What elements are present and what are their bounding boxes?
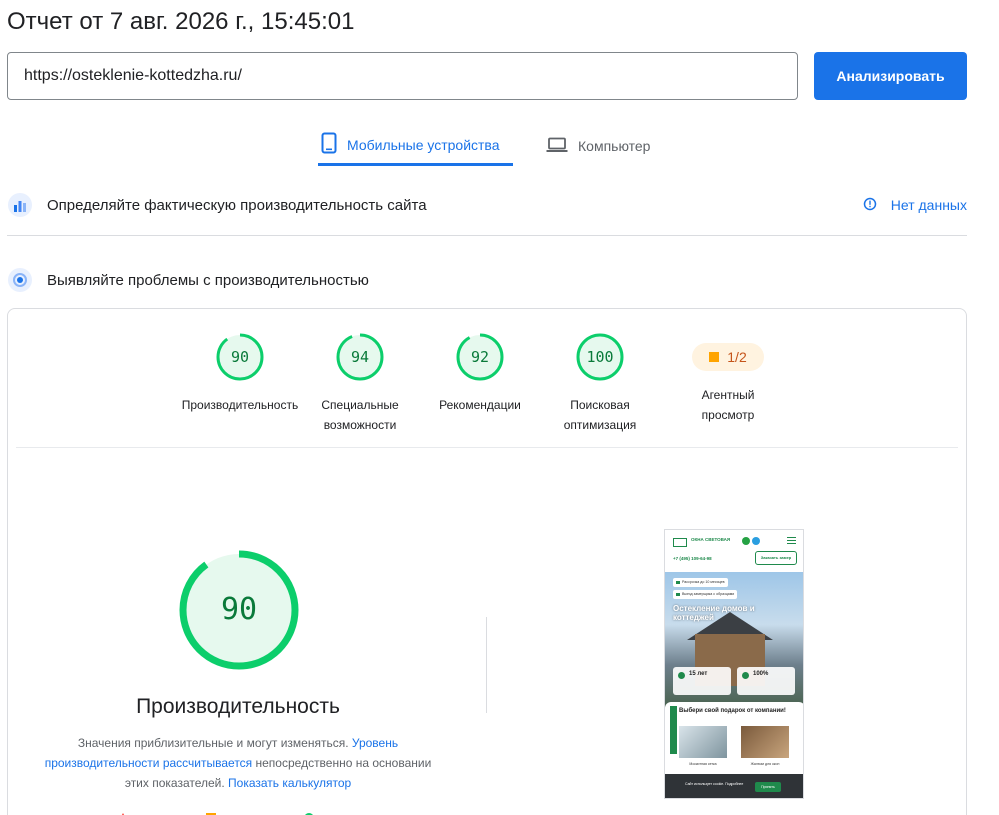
thumb-cookie-bar: Сайт использует cookie. Подробнее Принят… <box>665 774 803 798</box>
score-value: 94 <box>350 348 370 366</box>
telegram-icon <box>752 537 760 545</box>
thumb-cookie-text: Сайт использует cookie. Подробнее <box>685 782 744 786</box>
score-label: Агентный просмотр <box>701 388 755 422</box>
thumb-badge-1: Рассрочка до 10 месяцев <box>673 578 728 587</box>
blinds-image <box>741 726 789 758</box>
thumb-badge-2: Выезд замерщика с образцами <box>673 590 738 599</box>
score-label: Специальные возможности <box>321 398 399 432</box>
field-data-title: Определяйте фактическую производительнос… <box>47 196 427 214</box>
thumb-stat-1: 15 лет <box>673 667 731 695</box>
thumb-cookie-button: Принять <box>755 782 781 792</box>
url-input[interactable] <box>7 52 798 100</box>
score-gauge-seo[interactable]: 100 Поисковая оптимизация <box>540 333 660 435</box>
thumb-caption-2: Жалюзи для окон <box>750 762 780 766</box>
tab-mobile-label: Мобильные устройства <box>347 136 500 153</box>
score-gauge-accessibility[interactable]: 94 Специальные возможности <box>300 333 420 435</box>
thumb-phone: +7 (495) 109-64-98 <box>673 556 712 561</box>
field-data-section: Определяйте фактическую производительнос… <box>7 191 967 219</box>
vertical-separator <box>486 617 487 713</box>
mosquito-net-image <box>679 726 727 758</box>
average-square-icon <box>709 352 720 362</box>
score-gauge-agentic[interactable]: 1/2 Агентный просмотр <box>668 333 788 425</box>
thumb-side-tab <box>670 706 677 754</box>
agentic-value: 1/2 <box>727 349 747 365</box>
thumb-order-button: Заказать замер <box>755 551 797 565</box>
window-logo-icon <box>673 538 687 547</box>
thumb-caption-1: Москитная сетка <box>689 762 717 766</box>
show-calculator-link[interactable]: Показать калькулятор <box>228 776 351 790</box>
score-label: Поисковая оптимизация <box>563 398 637 432</box>
hamburger-menu-icon <box>787 537 796 544</box>
lab-data-section: Выявляйте проблемы с производительностью <box>7 266 967 294</box>
field-data-icon <box>7 192 33 218</box>
section-divider <box>7 235 967 236</box>
no-data-link[interactable]: Нет данных <box>863 197 967 214</box>
lab-report-card: 90 Производительность 94 Специальные возм… <box>7 308 967 815</box>
thumb-stat-2: 100% <box>737 667 795 695</box>
score-value: 90 <box>230 348 250 366</box>
tab-desktop[interactable]: Компьютер <box>546 126 650 166</box>
thumb-gift-title: Выбери свой подарок от компании! <box>679 708 786 714</box>
card-divider <box>16 447 958 448</box>
score-gauge-performance[interactable]: 90 Производительность <box>180 333 300 415</box>
laptop-icon <box>546 137 568 156</box>
score-label: Рекомендации <box>439 398 521 412</box>
lab-data-title: Выявляйте проблемы с производительностью <box>47 271 369 289</box>
thumb-hero: Рассрочка до 10 месяцев Выезд замерщика … <box>665 572 803 722</box>
performance-title: Производительность <box>136 695 340 718</box>
score-label: Производительность <box>181 398 299 412</box>
page-screenshot-thumbnail[interactable]: ОКНА СВЕТОВАЯ +7 (495) 109-64-98 Заказат… <box>664 529 804 799</box>
thumb-hero-title: Остекление домов и коттеджей <box>673 604 755 622</box>
whatsapp-icon <box>742 537 750 545</box>
report-title: Отчет от 7 авг. 2026 г., 15:45:01 <box>7 8 355 35</box>
agentic-badge: 1/2 <box>692 343 764 371</box>
tab-mobile[interactable]: Мобильные устройства <box>318 126 513 166</box>
score-value: 92 <box>470 348 490 366</box>
score-value: 100 <box>586 348 614 366</box>
lab-data-icon <box>7 267 33 293</box>
tab-desktop-label: Компьютер <box>578 138 651 154</box>
score-gauge-best-practices[interactable]: 92 Рекомендации <box>420 333 540 415</box>
info-icon <box>863 197 877 214</box>
no-data-label: Нет данных <box>890 197 967 213</box>
thumb-header: ОКНА СВЕТОВАЯ +7 (495) 109-64-98 Заказат… <box>665 530 803 572</box>
performance-big-gauge: 90 <box>178 549 300 671</box>
analyze-button[interactable]: Анализировать <box>814 52 967 100</box>
performance-note: Значения приблизительные и могут изменят… <box>44 736 432 790</box>
smartphone-icon <box>321 132 337 157</box>
thumb-brand: ОКНА СВЕТОВАЯ <box>691 537 731 542</box>
performance-score: 90 <box>220 592 258 627</box>
score-legend <box>118 809 358 815</box>
